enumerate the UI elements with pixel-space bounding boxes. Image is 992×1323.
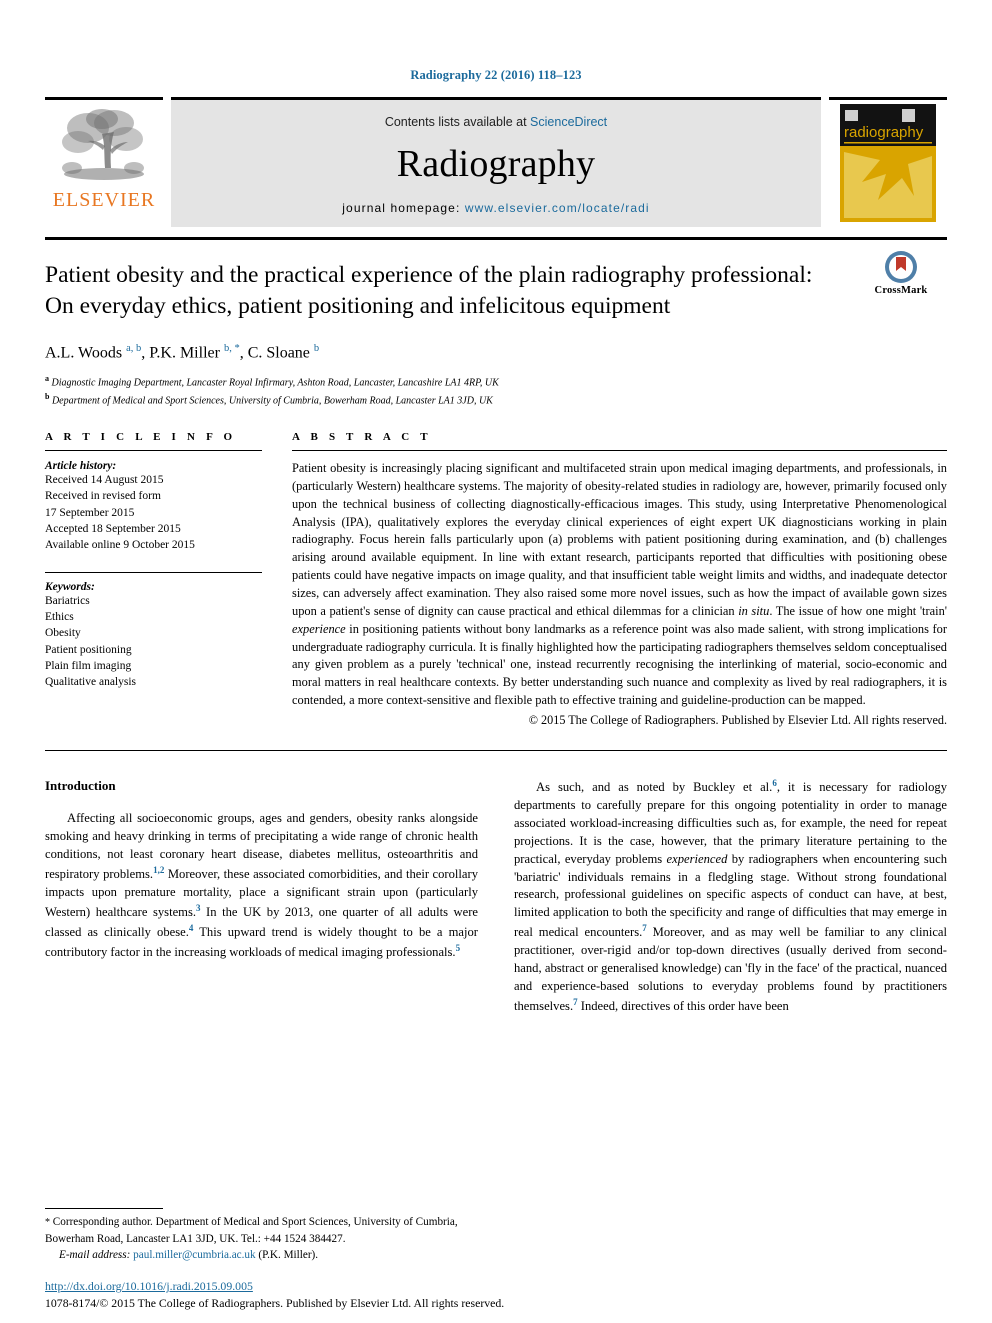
running-head: Radiography 22 (2016) 118–123 bbox=[410, 68, 582, 82]
title-block: CrossMark Patient obesity and the practi… bbox=[45, 240, 947, 408]
email-owner: (P.K. Miller). bbox=[258, 1248, 319, 1261]
footnote-rule bbox=[45, 1208, 163, 1210]
article-history-label: Article history: bbox=[45, 459, 117, 472]
intro-paragraph-right: As such, and as noted by Buckley et al.6… bbox=[514, 777, 947, 1014]
journal-title: Radiography bbox=[396, 142, 596, 185]
abstract-copyright: © 2015 The College of Radiographers. Pub… bbox=[528, 712, 947, 727]
journal-cover-block: radiography bbox=[829, 97, 947, 227]
keywords-rule bbox=[45, 571, 262, 573]
journal-article-page: Radiography 22 (2016) 118–123 ELSEVIER C… bbox=[0, 0, 992, 1323]
issn-copyright-line: 1078-8174/© 2015 The College of Radiogra… bbox=[45, 1296, 505, 1310]
info-abstract-section: A R T I C L E I N F O Article history: R… bbox=[45, 431, 947, 728]
body-column-left: Introduction Affecting all socioeconomic… bbox=[45, 777, 478, 1077]
publisher-logo-block: ELSEVIER bbox=[45, 97, 163, 227]
corresponding-author-note: * Corresponding author. Department of Me… bbox=[45, 1216, 458, 1245]
email-address-link[interactable]: paul.miller@cumbria.ac.uk bbox=[133, 1249, 255, 1261]
contents-available-line: Contents lists available at ScienceDirec… bbox=[385, 115, 607, 129]
affiliation-list: a Diagnostic Imaging Department, Lancast… bbox=[45, 374, 499, 406]
abstract-text: Patient obesity is increasingly placing … bbox=[292, 460, 947, 708]
email-note: E-mail address: paul.miller@cumbria.ac.u… bbox=[45, 1247, 465, 1263]
footnote-zone: * Corresponding author. Department of Me… bbox=[45, 1208, 465, 1263]
body-column-right: As such, and as noted by Buckley et al.6… bbox=[514, 777, 947, 1077]
journal-homepage-line: journal homepage: www.elsevier.com/locat… bbox=[342, 201, 649, 215]
keywords-block: Keywords: Bariatrics Ethics Obesity Patient… bbox=[45, 571, 262, 691]
journal-homepage-link[interactable]: www.elsevier.com/locate/radi bbox=[465, 201, 650, 215]
crossmark-icon bbox=[885, 251, 917, 283]
crossmark-label: CrossMark bbox=[874, 285, 928, 296]
body-top-rule bbox=[45, 749, 947, 751]
sciencedirect-link[interactable]: ScienceDirect bbox=[530, 115, 607, 129]
abstract-column: A B S T R A C T Patient obesity is incre… bbox=[292, 431, 947, 728]
article-info-column: A R T I C L E I N F O Article history: R… bbox=[45, 431, 292, 728]
elsevier-wordmark: ELSEVIER bbox=[52, 189, 156, 211]
abstract-heading: A B S T R A C T bbox=[292, 430, 432, 443]
doi-link[interactable]: http://dx.doi.org/10.1016/j.radi.2015.09… bbox=[45, 1279, 745, 1294]
abstract-rule bbox=[292, 449, 947, 451]
keywords-label: Keywords: bbox=[45, 580, 95, 593]
homepage-prefix: journal homepage: bbox=[342, 200, 465, 215]
intro-paragraph-left: Affecting all socioeconomic groups, ages… bbox=[45, 811, 479, 960]
article-info-rule bbox=[45, 449, 262, 451]
article-history-list: Received 14 August 2015 Received in revis… bbox=[45, 473, 195, 552]
journal-cover-image: radiography bbox=[840, 104, 936, 222]
masthead-center: Contents lists available at ScienceDirec… bbox=[171, 97, 821, 227]
elsevier-tree-icon bbox=[62, 109, 144, 180]
introduction-heading: Introduction bbox=[45, 777, 116, 793]
contents-prefix: Contents lists available at bbox=[384, 114, 531, 129]
article-body: Introduction Affecting all socioeconomic… bbox=[45, 777, 947, 1077]
journal-masthead: ELSEVIER Contents lists available at Sci… bbox=[45, 97, 947, 227]
author-list: A.L. Woods a, b, P.K. Miller b, *, C. Sl… bbox=[45, 342, 320, 362]
article-title: Patient obesity and the practical experi… bbox=[45, 262, 813, 320]
keywords-list: Bariatrics Ethics Obesity Patient positioni… bbox=[45, 594, 137, 689]
crossmark-badge[interactable]: CrossMark bbox=[855, 250, 947, 296]
article-info-heading: A R T I C L E I N F O bbox=[45, 430, 237, 443]
svg-text:radiography: radiography bbox=[844, 124, 924, 141]
footer-block: http://dx.doi.org/10.1016/j.radi.2015.09… bbox=[45, 1279, 745, 1311]
email-address-label: E-mail address: bbox=[59, 1248, 131, 1261]
